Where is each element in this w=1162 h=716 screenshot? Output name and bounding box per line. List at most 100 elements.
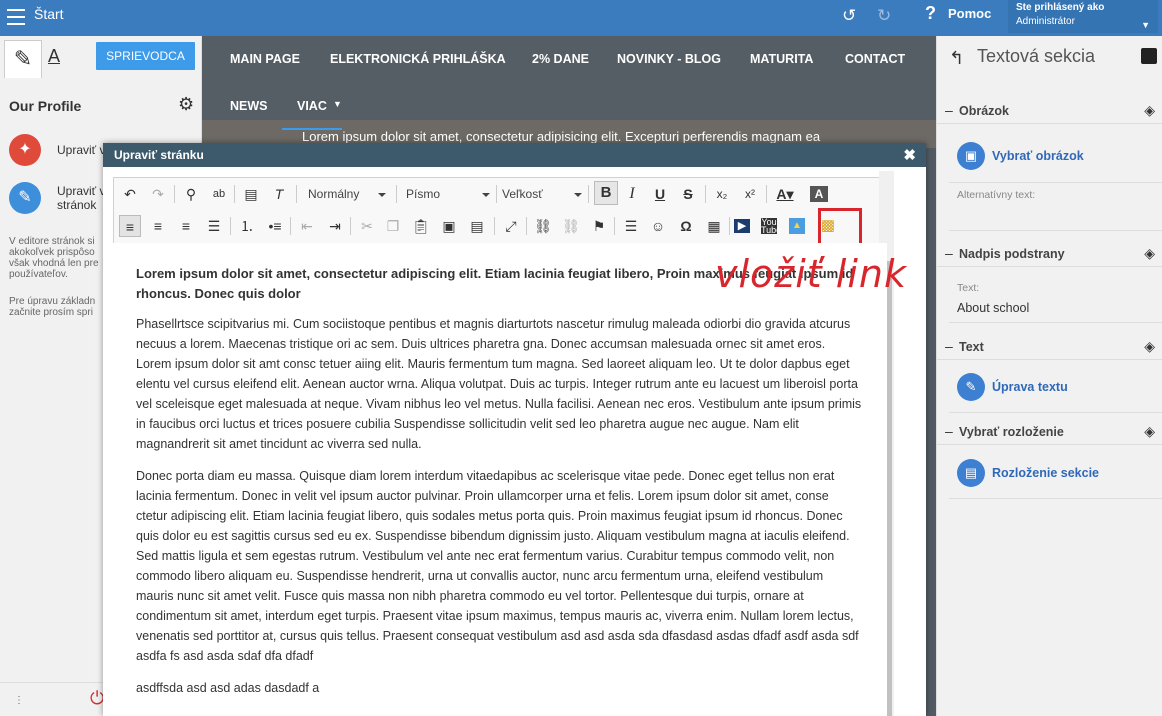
redo-icon[interactable]: ↻	[877, 6, 891, 26]
nav-contact[interactable]: CONTACT	[845, 52, 905, 66]
edit-icon[interactable]: ✎	[9, 182, 41, 214]
table-icon[interactable]: ▦	[703, 215, 725, 237]
profile-title: Our Profile	[9, 98, 82, 114]
text-field-label: Text:	[957, 282, 980, 294]
save-icon[interactable]	[1141, 48, 1157, 64]
bullet-list-icon[interactable]: •≡	[264, 215, 286, 237]
align-right-icon[interactable]: ≡	[175, 215, 197, 237]
left-item-edit-1[interactable]: Upraviť v	[57, 143, 106, 157]
logged-label: Ste prihlásený ako	[1016, 2, 1105, 13]
nav-maturita[interactable]: MATURITA	[750, 52, 813, 66]
paint-bucket-icon[interactable]: ◈	[1144, 245, 1155, 262]
editor-toolbar: ↶ ↷ ⚲ ab ▤ T Normálny Písmo Veľkosť B I …	[113, 177, 891, 247]
nav-blog[interactable]: NOVINKY - BLOG	[617, 52, 721, 66]
paint-bucket-icon[interactable]: ◈	[1144, 338, 1155, 355]
section-nadpis[interactable]: – Nadpis podstrany ◈	[937, 245, 1162, 267]
left-note-1: V editore stránok si akokoľvek prispôso …	[9, 236, 99, 280]
replace-icon[interactable]: ab	[208, 183, 230, 205]
subscript-button[interactable]: x₂	[711, 183, 733, 205]
italic-button[interactable]: I	[621, 183, 643, 205]
link-icon[interactable]: ⛓	[532, 215, 554, 237]
align-center-icon[interactable]: ≡	[147, 215, 169, 237]
user-name: Administrátor	[1016, 16, 1075, 27]
start-link[interactable]: Štart	[34, 6, 64, 22]
paste-format-icon[interactable]: ▤	[240, 183, 262, 205]
text-field-value[interactable]: About school	[957, 301, 1029, 315]
nav-dane[interactable]: 2% DANE	[532, 52, 589, 66]
nav-viac[interactable]: VIAC	[297, 99, 327, 113]
image-icon[interactable]: ▲	[789, 218, 805, 234]
right-panel: ↰ Textová sekcia – Obrázok ◈ ▣ Vybrať obrá…	[936, 36, 1162, 716]
back-arrow-icon[interactable]: ↰	[949, 48, 964, 69]
flash-icon[interactable]: ▶	[734, 219, 750, 233]
select-image-link[interactable]: Vybrať obrázok	[992, 149, 1084, 163]
chevron-down-icon: ▼	[1141, 20, 1150, 30]
justify-icon[interactable]: ☰	[203, 215, 225, 237]
youtube-icon[interactable]: You Tube	[761, 218, 781, 235]
user-dropdown[interactable]: Ste prihlásený ako Administrátor ▼	[1008, 0, 1158, 33]
nav-main-page[interactable]: MAIN PAGE	[230, 52, 300, 66]
indent-icon[interactable]: ⇥	[324, 215, 346, 237]
paint-bucket-icon[interactable]: ◈	[1144, 102, 1155, 119]
paragraph-2: Donec porta diam eu massa. Quisque diam …	[136, 469, 859, 663]
pencil-icon[interactable]: ✎	[4, 40, 42, 78]
superscript-button[interactable]: x²	[739, 183, 761, 205]
help-icon[interactable]: ?	[925, 3, 936, 24]
magic-wand-icon[interactable]: ✦	[9, 134, 41, 166]
close-icon[interactable]: ✖	[903, 146, 916, 164]
paragraph-1: Phasellrtsce scipitvarius mi. Cum sociis…	[136, 317, 862, 451]
editor-content[interactable]: Lorem ipsum dolor sit amet, consectetur …	[112, 243, 887, 716]
hr-icon[interactable]: ☰	[620, 215, 642, 237]
align-left-icon[interactable]: ≡	[119, 215, 141, 237]
alt-text-label: Alternatívny text:	[957, 189, 1036, 201]
maximize-icon[interactable]: ⤢	[500, 215, 522, 237]
numbered-list-icon[interactable]: ⒈	[236, 215, 258, 237]
bold-button[interactable]: B	[594, 181, 618, 205]
find-icon[interactable]: ⚲	[180, 183, 202, 205]
help-link[interactable]: Pomoc	[948, 6, 991, 21]
text-color-icon[interactable]: A▾	[774, 183, 796, 205]
redo-icon[interactable]: ↷	[147, 183, 169, 205]
size-select[interactable]: Veľkosť	[502, 183, 582, 205]
paste-word-icon[interactable]: ▤	[466, 215, 488, 237]
image-icon[interactable]: ▣	[957, 142, 985, 170]
section-obrazok[interactable]: – Obrázok ◈	[937, 102, 1162, 124]
left-note-2: Pre úpravu základn začnite prosím spri	[9, 296, 96, 318]
edit-icon[interactable]: ✎	[957, 373, 985, 401]
panel-title: Textová sekcia	[977, 46, 1096, 66]
menu-icon[interactable]	[7, 9, 25, 25]
undo-icon[interactable]: ↺	[842, 6, 856, 26]
paste-text-icon[interactable]: ▣	[438, 215, 460, 237]
remove-format-icon[interactable]: T	[268, 183, 290, 205]
nav-prihlaska[interactable]: ELEKTRONICKÁ PRIHLÁŠKA	[330, 52, 506, 66]
paint-bucket-icon[interactable]: ◈	[1144, 423, 1155, 440]
dialog-title: Upraviť stránku	[114, 148, 204, 162]
anchor-flag-icon[interactable]: ⚑	[588, 215, 610, 237]
nav-news[interactable]: NEWS	[230, 99, 268, 113]
strike-button[interactable]: S	[677, 183, 699, 205]
layout-icon[interactable]: ▤	[957, 459, 985, 487]
left-item-edit-2[interactable]: Upraviť v stránok	[57, 184, 106, 212]
section-layout-link[interactable]: Rozloženie sekcie	[992, 466, 1099, 480]
section-text[interactable]: – Text ◈	[937, 338, 1162, 360]
site-nav: MAIN PAGE ELEKTRONICKÁ PRIHLÁŠKA 2% DANE…	[202, 36, 936, 132]
undo-icon[interactable]: ↶	[119, 183, 141, 205]
gear-icon[interactable]: ⚙	[178, 94, 194, 115]
annotation-vlozit-link: vložiť link	[715, 252, 907, 296]
text-tab-icon[interactable]: A	[48, 46, 60, 67]
underline-button[interactable]: U	[649, 183, 671, 205]
bg-color-icon[interactable]: A	[810, 186, 828, 202]
copy-icon[interactable]: ❐	[382, 215, 404, 237]
unlink-icon[interactable]: ⛓	[560, 215, 582, 237]
format-select[interactable]: Normálny	[308, 183, 386, 205]
guide-button[interactable]: SPRIEVODCA	[96, 42, 195, 70]
section-rozlozenie[interactable]: – Vybrať rozloženie ◈	[937, 423, 1162, 445]
smiley-icon[interactable]: ☺	[647, 215, 669, 237]
edit-text-link[interactable]: Úprava textu	[992, 380, 1068, 394]
outdent-icon[interactable]: ⇤	[296, 215, 318, 237]
special-char-icon[interactable]: Ω	[675, 215, 697, 237]
cut-icon[interactable]: ✂	[356, 215, 378, 237]
more-icon[interactable]: ⋮	[14, 695, 24, 706]
font-select[interactable]: Písmo	[406, 183, 490, 205]
paste-icon[interactable]: 📋︎	[410, 215, 432, 237]
